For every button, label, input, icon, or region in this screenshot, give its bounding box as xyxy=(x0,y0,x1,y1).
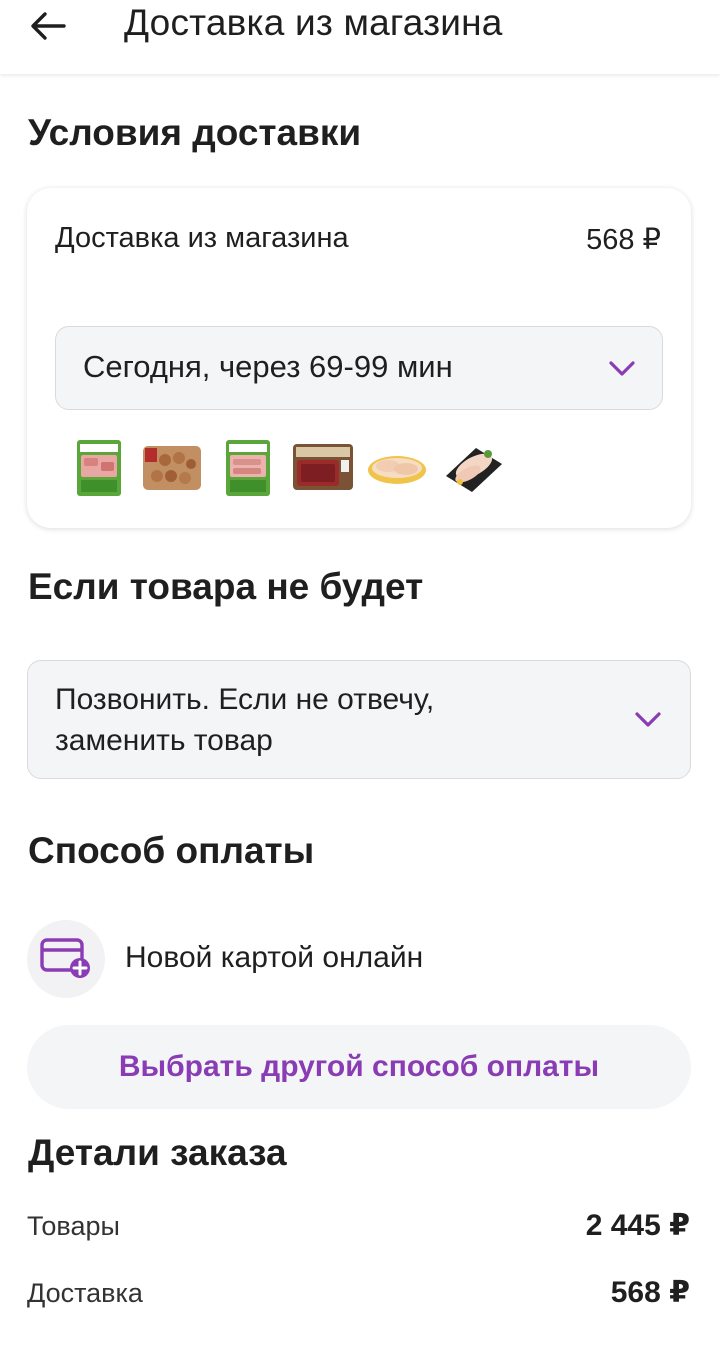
delivery-card: Доставка из магазина 568 ₽ Сегодня, чере… xyxy=(27,188,691,528)
product-thumbnail[interactable] xyxy=(366,438,428,498)
delivery-time-value: Сегодня, через 69-99 мин xyxy=(83,349,453,384)
out-of-stock-line-2: заменить товар xyxy=(55,724,273,757)
product-thumbnail[interactable] xyxy=(291,438,353,498)
product-thumbnail[interactable] xyxy=(442,438,504,498)
payment-method-row[interactable]: Новой картой онлайн xyxy=(27,920,687,998)
order-row-label: Товары xyxy=(27,1211,120,1241)
order-row-value: 568 ₽ xyxy=(610,1276,690,1309)
out-of-stock-value: Позвонить. Если не отвечу, заменить това… xyxy=(55,679,434,761)
back-button[interactable] xyxy=(22,0,74,52)
order-row-value: 2 445 ₽ xyxy=(585,1209,690,1242)
chevron-down-icon xyxy=(609,361,635,376)
product-thumbnail[interactable] xyxy=(224,438,286,498)
chevron-down-icon xyxy=(635,712,661,727)
arrow-left-icon xyxy=(31,12,66,40)
delivery-method-label: Доставка из магазина xyxy=(55,222,349,254)
order-row-label: Доставка xyxy=(27,1278,143,1308)
delivery-time-select[interactable]: Сегодня, через 69-99 мин xyxy=(55,326,663,410)
section-heading-out-of-stock: Если товара не будет xyxy=(28,566,424,607)
section-heading-delivery: Условия доставки xyxy=(28,112,362,153)
section-heading-payment: Способ оплаты xyxy=(28,830,315,871)
product-thumbnail[interactable] xyxy=(75,438,137,498)
product-thumbnail[interactable] xyxy=(141,438,203,498)
out-of-stock-line-1: Позвонить. Если не отвечу, xyxy=(55,683,435,716)
card-add-icon xyxy=(40,938,90,978)
page-title: Доставка из магазина xyxy=(124,2,503,43)
out-of-stock-select[interactable]: Позвонить. Если не отвечу, заменить това… xyxy=(27,660,691,779)
top-app-bar: Доставка из магазина xyxy=(0,0,720,74)
delivery-method-price: 568 ₽ xyxy=(586,224,661,256)
payment-method-label: Новой картой онлайн xyxy=(125,941,424,974)
payment-method-icon-wrap xyxy=(27,920,105,998)
change-payment-method-button[interactable]: Выбрать другой способ оплаты xyxy=(27,1025,691,1109)
section-heading-order-details: Детали заказа xyxy=(28,1132,287,1173)
